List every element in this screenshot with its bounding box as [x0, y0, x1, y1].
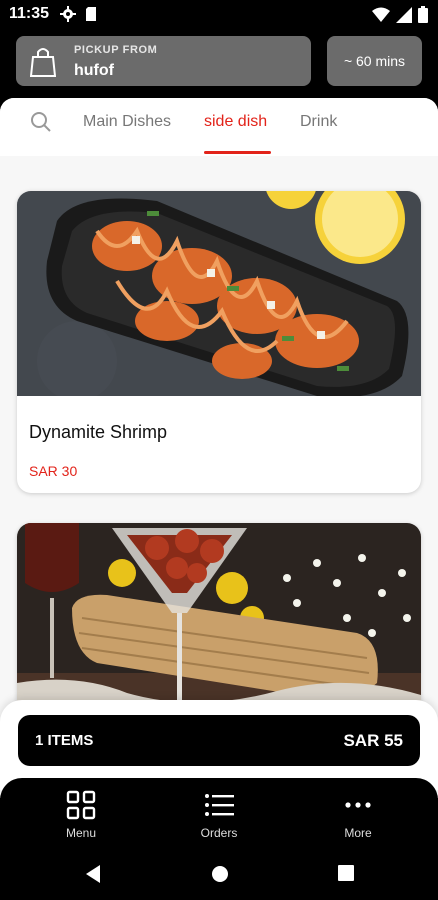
cart-item-count: 1 ITEMS: [35, 732, 94, 749]
status-bar: 11:35: [0, 0, 438, 30]
menu-content[interactable]: Main Dishes side dish Drink Dynamite Shr…: [0, 98, 438, 798]
status-time: 11:35: [9, 5, 50, 22]
product-price: SAR 30: [29, 463, 78, 479]
product-image-dynamite-shrimp: [17, 191, 421, 396]
view-cart-button[interactable]: 1 ITEMS SAR 55: [18, 715, 420, 766]
gear-icon: [60, 6, 76, 22]
nav-menu-label: Menu: [65, 826, 97, 840]
nav-orders[interactable]: Orders: [174, 790, 264, 840]
list-icon: [205, 794, 234, 816]
wifi-icon: [372, 7, 390, 22]
active-tab-indicator: [204, 151, 271, 154]
nav-more-label: More: [344, 826, 372, 840]
pickup-location-selector[interactable]: PICKUP FROM hufof: [16, 36, 311, 86]
nav-more[interactable]: More: [313, 790, 403, 840]
eta-button[interactable]: ~ 60 mins: [327, 36, 422, 86]
product-card[interactable]: Dynamite Shrimp SAR 30: [17, 191, 421, 493]
category-tabs: Main Dishes side dish Drink: [0, 98, 438, 156]
status-icons-left: [60, 6, 98, 22]
product-image: [17, 523, 421, 728]
eta-text: ~ 60 mins: [343, 53, 406, 69]
dots-icon: [345, 802, 371, 808]
status-icons-right: [372, 6, 428, 23]
pickup-label: PICKUP FROM: [74, 44, 158, 56]
sd-card-icon: [86, 7, 96, 21]
back-icon[interactable]: [84, 864, 102, 884]
product-name: Dynamite Shrimp: [29, 422, 168, 442]
pickup-city: hufof: [74, 62, 114, 79]
home-icon[interactable]: [210, 864, 230, 884]
tab-side-dish[interactable]: side dish: [204, 113, 267, 131]
tab-main-dishes[interactable]: Main Dishes: [83, 113, 171, 131]
system-nav-bar: [0, 850, 438, 900]
recents-icon[interactable]: [337, 864, 355, 882]
bottom-nav: Menu Orders More: [0, 778, 438, 850]
signal-icon: [396, 6, 412, 23]
cart-panel: 1 ITEMS SAR 55: [0, 700, 438, 790]
search-icon[interactable]: [30, 111, 52, 133]
header: PICKUP FROM hufof ~ 60 mins: [0, 30, 438, 98]
shopping-bag-icon: [30, 48, 56, 77]
grid-icon: [66, 790, 96, 820]
nav-orders-label: Orders: [200, 826, 238, 840]
cart-total: SAR 55: [343, 731, 403, 750]
battery-icon: [418, 6, 428, 23]
tab-drink[interactable]: Drink: [300, 113, 337, 131]
nav-menu[interactable]: Menu: [36, 790, 126, 840]
